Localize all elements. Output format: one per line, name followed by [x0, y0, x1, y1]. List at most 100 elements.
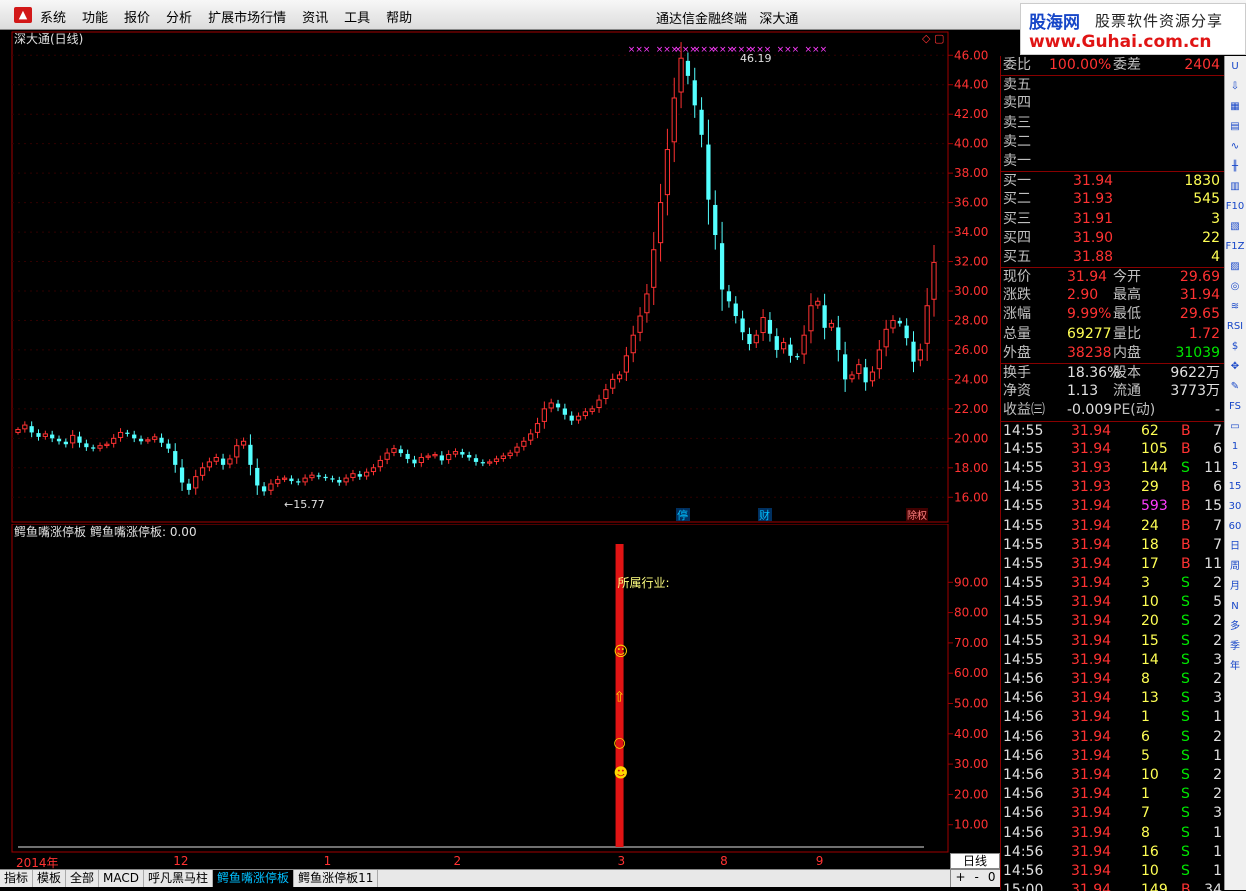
tick-price: 31.94: [1071, 786, 1112, 803]
quote-row: 14:56 31.94 10 S 2: [1001, 766, 1224, 785]
tick-side: S: [1181, 613, 1190, 630]
toolbar-button-13[interactable]: RSI: [1225, 317, 1245, 336]
toolbar-button-25[interactable]: 周: [1225, 557, 1245, 576]
quote-row: 涨跌 2.90 最高 31.94: [1001, 286, 1224, 305]
tick-time: 14:55: [1003, 459, 1044, 476]
buy-price: 31.94: [1073, 173, 1114, 190]
toolbar-button-30[interactable]: 年: [1225, 657, 1245, 676]
tick-volume: 10: [1141, 766, 1159, 783]
toolbar-button-3[interactable]: ▤: [1225, 117, 1245, 136]
buy-volume: 3: [1211, 210, 1220, 227]
tab-1[interactable]: 模板: [33, 870, 67, 887]
toolbar-button-19[interactable]: 1: [1225, 437, 1245, 456]
tick-time: 14:56: [1003, 824, 1044, 841]
toolbar-button-5[interactable]: ╫: [1225, 157, 1245, 176]
tick-volume: 20: [1141, 613, 1159, 630]
tick-side: S: [1181, 824, 1190, 841]
toolbar-button-2[interactable]: ▦: [1225, 97, 1245, 116]
tick-side: S: [1181, 671, 1190, 687]
tick-side: S: [1181, 632, 1190, 649]
tick-time: 14:55: [1003, 575, 1044, 592]
indicator-tabs: 指标 模板 全部 MACD 呼凡黑马柱 鳄鱼嘴涨停板 鳄鱼涨停板11: [0, 869, 1000, 887]
tick-time: 14:56: [1003, 786, 1044, 803]
tab-2[interactable]: 全部: [66, 870, 100, 887]
toolbar-button-6[interactable]: ▥: [1225, 177, 1245, 196]
stat-label: 外盘: [1003, 344, 1031, 361]
industry-label: 所属行业:: [618, 576, 670, 590]
toolbar-button-27[interactable]: N: [1225, 597, 1245, 616]
toolbar-button-0[interactable]: U: [1225, 57, 1245, 76]
indicator-chart[interactable]: 90.00 80.00 70.00 60.00 50.00 40.00 30.00 20.00…: [0, 524, 1000, 854]
menu-item-4[interactable]: 扩展市场行情: [208, 7, 286, 26]
tick-price: 31.94: [1071, 422, 1112, 439]
tab-3[interactable]: MACD: [99, 870, 145, 887]
stop-marker[interactable]: 停: [677, 508, 688, 522]
toolbar-button-16[interactable]: ✎: [1225, 377, 1245, 396]
finance-marker[interactable]: 财: [759, 508, 770, 522]
tick-side: S: [1181, 786, 1190, 803]
tick-time: 14:56: [1003, 766, 1044, 783]
toolbar-button-8[interactable]: ▧: [1225, 217, 1245, 236]
toolbar-button-10[interactable]: ▨: [1225, 257, 1245, 276]
tick-side: S: [1181, 747, 1190, 764]
toolbar-button-7[interactable]: F10: [1225, 197, 1245, 216]
toolbar-button-23[interactable]: 60: [1225, 517, 1245, 536]
menu-item-2[interactable]: 报价: [124, 7, 150, 26]
toolbar-button-29[interactable]: 季: [1225, 637, 1245, 656]
zoom-out-button[interactable]: -: [975, 870, 979, 887]
tick-count: 7: [1213, 517, 1222, 534]
toolbar-button-24[interactable]: 日: [1225, 537, 1245, 556]
menu-item-6[interactable]: 工具: [344, 7, 370, 26]
menu-item-7[interactable]: 帮助: [386, 7, 412, 26]
buy-volume: 1830: [1184, 173, 1220, 190]
menu-item-3[interactable]: 分析: [166, 7, 192, 26]
tick-side: B: [1181, 882, 1191, 891]
toolbar-button-12[interactable]: ≋: [1225, 297, 1245, 316]
toolbar-button-22[interactable]: 30: [1225, 497, 1245, 516]
tick-volume: 1: [1141, 709, 1150, 726]
toolbar-button-28[interactable]: 多: [1225, 617, 1245, 636]
zoom-reset-button[interactable]: 0: [988, 870, 996, 887]
menu-item-0[interactable]: 系统: [40, 7, 66, 26]
toolbar-button-11[interactable]: ◎: [1225, 277, 1245, 296]
toolbar-button-26[interactable]: 月: [1225, 577, 1245, 596]
toolbar-button-14[interactable]: $: [1225, 337, 1245, 356]
tick-volume: 10: [1141, 594, 1159, 611]
toolbar-button-15[interactable]: ✥: [1225, 357, 1245, 376]
toolbar-button-20[interactable]: 5: [1225, 457, 1245, 476]
buy-label: 买二: [1003, 191, 1031, 208]
period-selector[interactable]: 日线: [950, 853, 1000, 869]
zoom-in-button[interactable]: +: [955, 870, 965, 887]
sell-label: 卖三: [1003, 114, 1031, 131]
tick-price: 31.94: [1071, 440, 1112, 457]
tick-volume: 149: [1141, 882, 1168, 891]
menu-item-1[interactable]: 功能: [82, 7, 108, 26]
toolbar-button-1[interactable]: ⇩: [1225, 77, 1245, 96]
tab-5[interactable]: 鳄鱼嘴涨停板: [213, 870, 295, 887]
y-tick-label: 24.00: [954, 372, 988, 386]
stat-label: 涨跌: [1003, 287, 1031, 304]
tick-volume: 8: [1141, 824, 1150, 841]
app-logo-icon[interactable]: ▲: [14, 7, 32, 23]
stat-value: 1.72: [1188, 325, 1220, 342]
tab-0[interactable]: 指标: [0, 870, 34, 887]
tab-6[interactable]: 鳄鱼涨停板11: [294, 870, 379, 887]
buy-label: 买三: [1003, 210, 1031, 227]
tick-price: 31.94: [1071, 728, 1112, 745]
tick-count: 1: [1213, 862, 1222, 879]
site-banner[interactable]: 股海网 股票软件资源分享 www.Guhai.com.cn: [1020, 3, 1246, 55]
candlestick-chart[interactable]: 46.00 44.00 42.00 40.00 38.00 36.00 34.00 32.00…: [0, 30, 1000, 524]
toolbar-button-17[interactable]: FS: [1225, 397, 1245, 416]
buy-price: 31.90: [1073, 229, 1114, 246]
toolbar-button-9[interactable]: F1Z: [1225, 237, 1245, 256]
tab-4[interactable]: 呼凡黑马柱: [144, 870, 214, 887]
toolbar-button-18[interactable]: ▭: [1225, 417, 1245, 436]
menu-item-5[interactable]: 资讯: [302, 7, 328, 26]
toolbar-button-4[interactable]: ∿: [1225, 137, 1245, 156]
dividend-marker[interactable]: 除权: [907, 509, 927, 522]
tick-count: 1: [1213, 824, 1222, 841]
tick-side: B: [1181, 498, 1191, 515]
tick-volume: 10: [1141, 862, 1159, 879]
toolbar-button-21[interactable]: 15: [1225, 477, 1245, 496]
chart-options-icon[interactable]: ◇ ▢: [922, 32, 944, 45]
